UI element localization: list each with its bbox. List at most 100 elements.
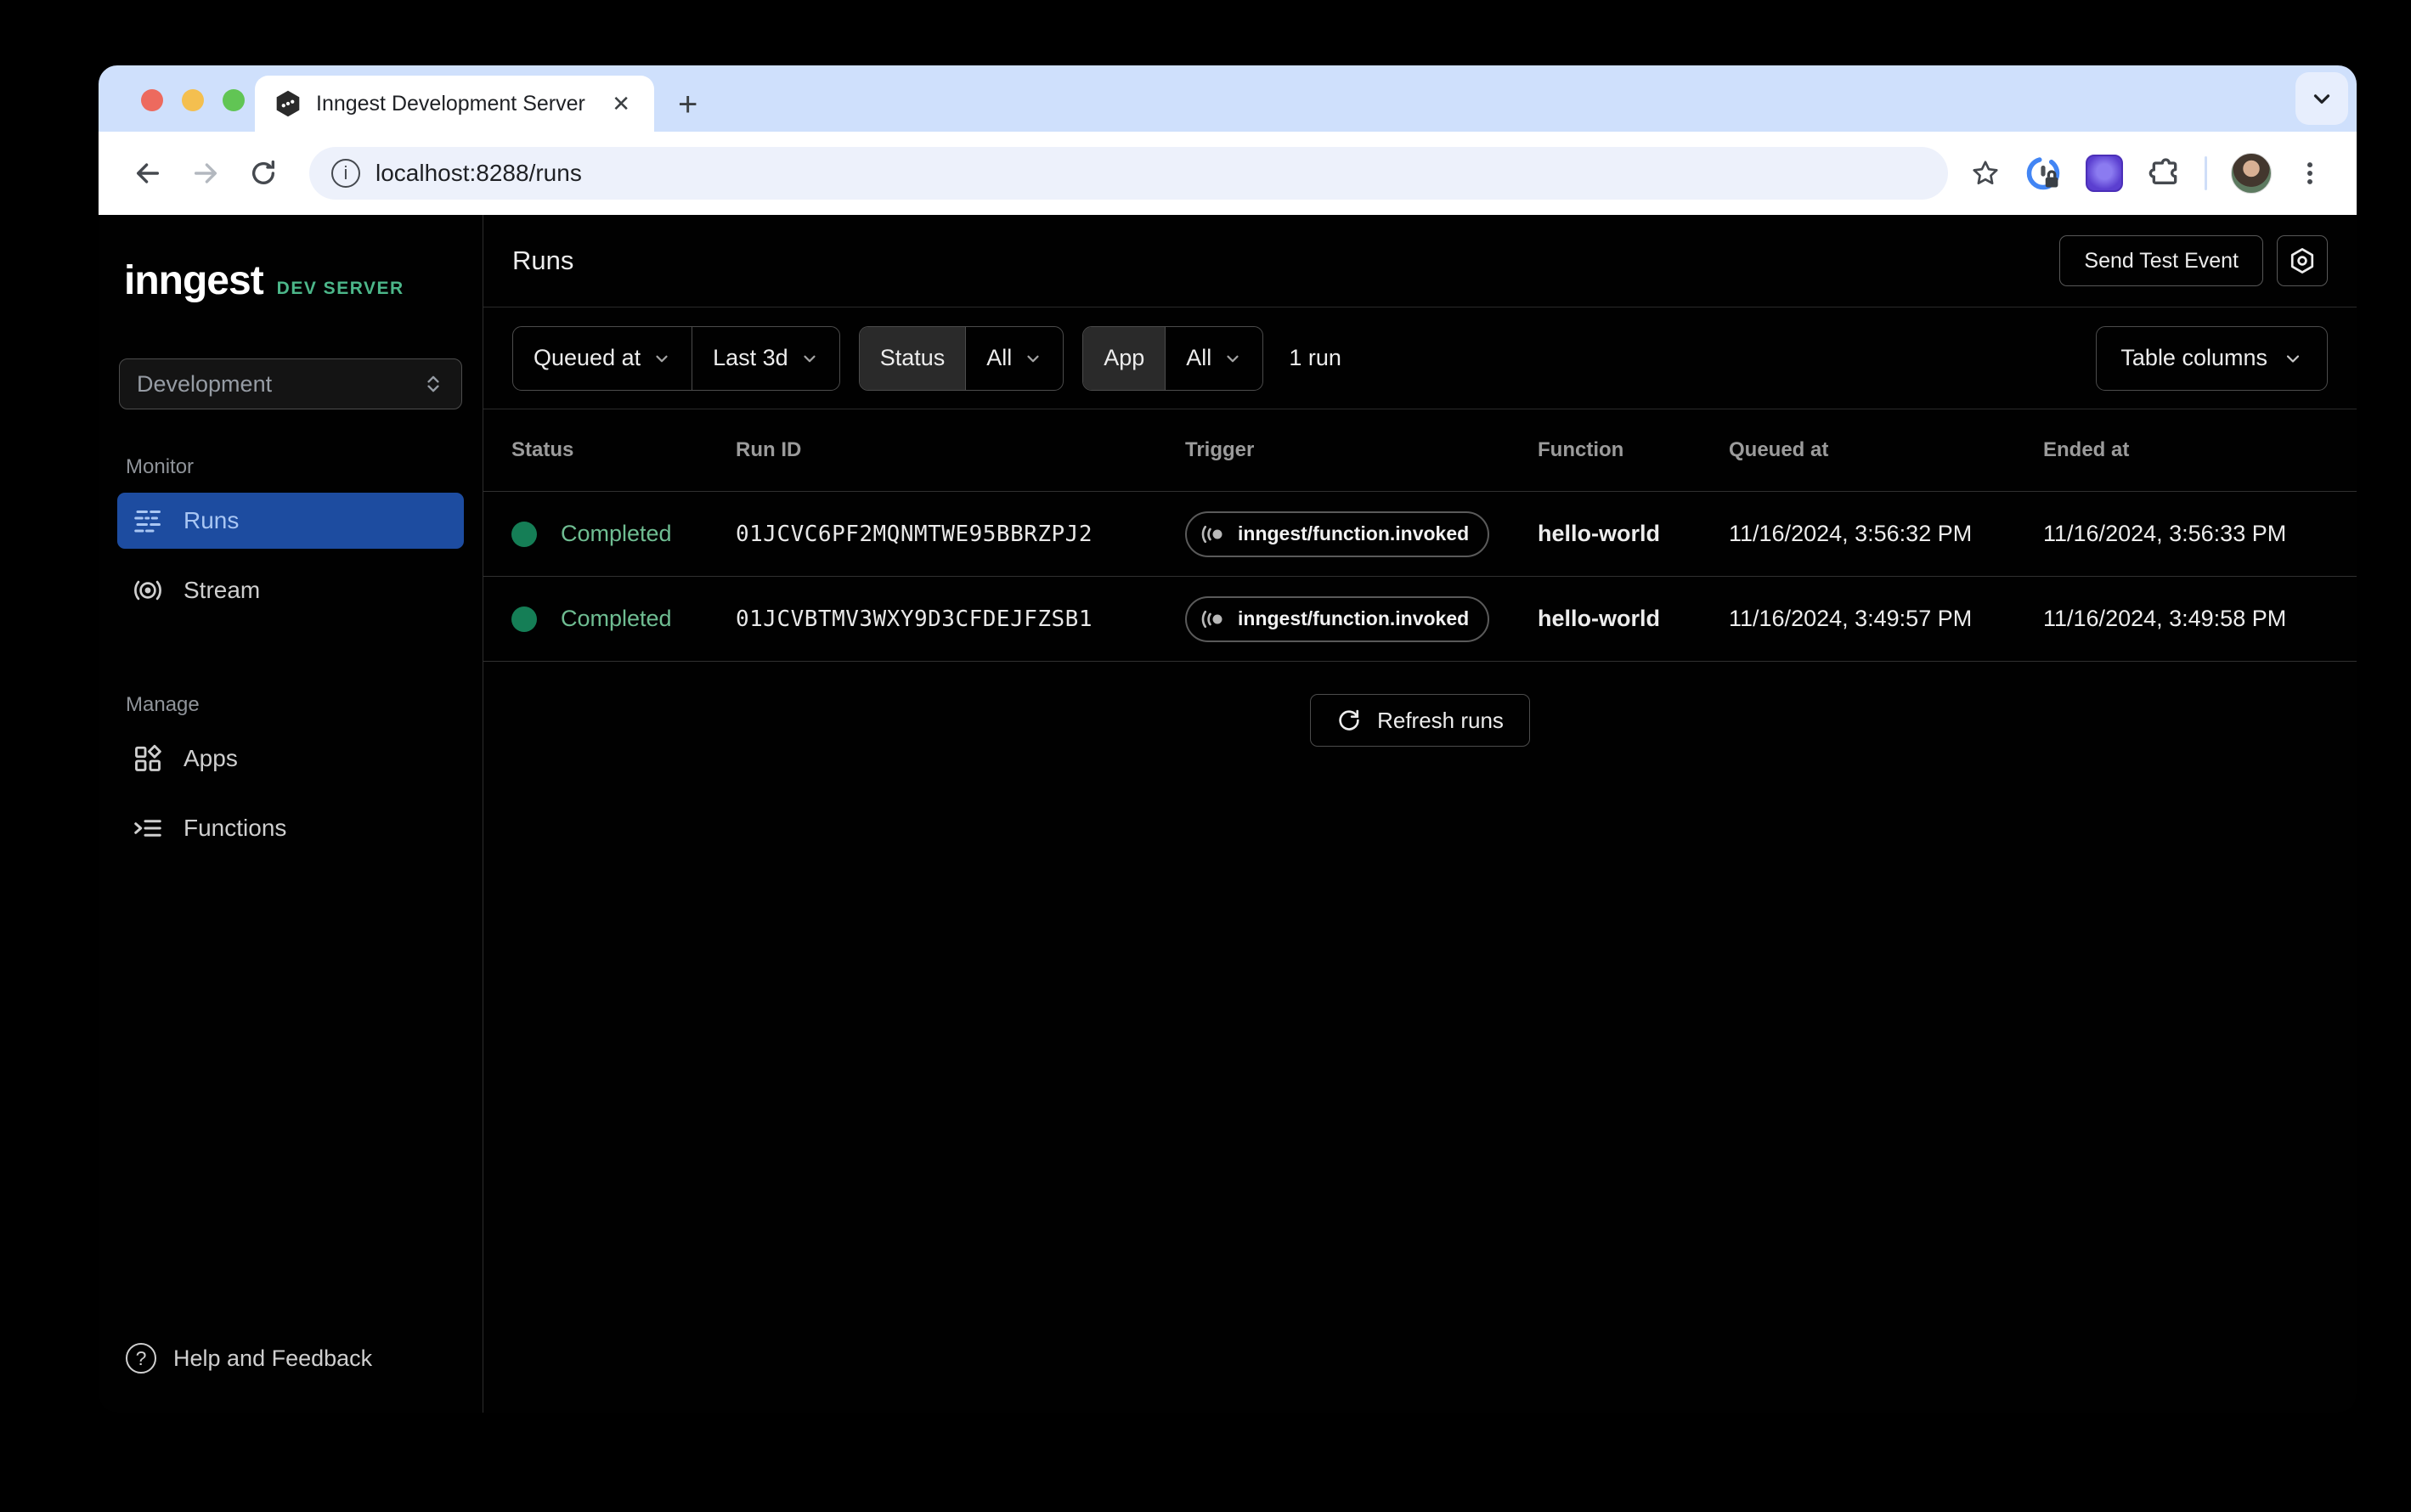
status-filter-value: All <box>986 345 1012 371</box>
sidebar-item-label: Apps <box>184 745 238 772</box>
browser-menu-icon[interactable] <box>2295 159 2324 188</box>
tab-title: Inngest Development Server <box>316 92 593 116</box>
time-field-dropdown[interactable]: Queued at <box>513 327 692 390</box>
page-title: Runs <box>512 245 573 276</box>
apps-grid-icon <box>133 743 163 774</box>
forward-icon <box>182 150 229 197</box>
help-icon: ? <box>126 1343 156 1374</box>
table-columns-button[interactable]: Table columns <box>2096 326 2328 391</box>
close-window-button[interactable] <box>141 89 163 111</box>
status-completed-dot-icon <box>511 606 537 632</box>
sidebar-item-label: Functions <box>184 815 286 842</box>
extensions-puzzle-icon[interactable] <box>2147 156 2181 190</box>
status-cell: Completed <box>511 521 736 547</box>
status-filter-group: Status All <box>859 326 1064 391</box>
status-completed-dot-icon <box>511 522 537 547</box>
status-text: Completed <box>561 606 672 632</box>
column-header-queued-at: Queued at <box>1729 438 2043 462</box>
time-range-label: Last 3d <box>713 345 788 371</box>
trigger-name: inngest/function.invoked <box>1238 607 1469 630</box>
send-test-event-button[interactable]: Send Test Event <box>2059 235 2263 286</box>
table-header-row: Status Run ID Trigger Function Queued at… <box>483 409 2357 492</box>
password-extension-icon[interactable] <box>2024 155 2062 192</box>
table-row[interactable]: Completed 01JCVC6PF2MQNMTWE95BBRZPJ2 inn… <box>483 492 2357 577</box>
run-id: 01JCVC6PF2MQNMTWE95BBRZPJ2 <box>736 522 1185 547</box>
app-filter-group: App All <box>1082 326 1263 391</box>
column-header-status: Status <box>511 438 736 462</box>
reload-icon[interactable] <box>240 150 287 197</box>
sidebar-item-label: Runs <box>184 507 239 534</box>
purple-extension-icon[interactable] <box>2086 155 2123 192</box>
minimize-window-button[interactable] <box>182 89 204 111</box>
queued-at: 11/16/2024, 3:49:57 PM <box>1729 606 2043 632</box>
sidebar-item-functions[interactable]: Functions <box>117 800 464 856</box>
section-label-manage: Manage <box>99 693 483 717</box>
header-actions: Send Test Event <box>2059 235 2328 286</box>
queued-at: 11/16/2024, 3:56:32 PM <box>1729 521 2043 547</box>
environment-select-value: Development <box>137 371 422 398</box>
environment-select[interactable]: Development <box>119 358 462 409</box>
site-info-icon[interactable]: i <box>331 159 360 188</box>
app-filter-key: App <box>1083 327 1165 390</box>
help-label: Help and Feedback <box>173 1346 372 1372</box>
inngest-logo: inngest <box>124 257 263 304</box>
function-name: hello-world <box>1538 606 1729 632</box>
refresh-runs-button[interactable]: Refresh runs <box>1310 694 1530 747</box>
help-and-feedback[interactable]: ? Help and Feedback <box>99 1343 483 1413</box>
main-header: Runs Send Test Event <box>483 215 2357 307</box>
nav-list-manage: Apps Functions <box>99 731 483 870</box>
status-text: Completed <box>561 521 672 547</box>
event-trigger-icon <box>1200 606 1226 632</box>
column-header-trigger: Trigger <box>1185 438 1538 462</box>
section-label-monitor: Monitor <box>99 455 483 479</box>
browser-toolbar: i localhost:8288/runs <box>99 132 2357 215</box>
chevron-down-icon <box>1024 349 1042 368</box>
app-filter-label: App <box>1104 345 1144 371</box>
app-filter-dropdown[interactable]: All <box>1165 327 1262 390</box>
app-content: inngest DEV SERVER Development Monitor R… <box>99 215 2357 1413</box>
sidebar-item-runs[interactable]: Runs <box>117 493 464 549</box>
time-range-dropdown[interactable]: Last 3d <box>692 327 839 390</box>
ended-at: 11/16/2024, 3:56:33 PM <box>2043 521 2357 547</box>
column-header-function: Function <box>1538 438 1729 462</box>
browser-tab[interactable]: Inngest Development Server ✕ <box>255 76 654 132</box>
bookmark-star-icon[interactable] <box>1970 158 2001 189</box>
run-count: 1 run <box>1289 345 1341 371</box>
toolbar-right <box>1970 153 2331 194</box>
zoom-window-button[interactable] <box>223 89 245 111</box>
chevron-down-icon <box>800 349 819 368</box>
avatar[interactable] <box>2231 153 2272 194</box>
runs-table: Status Run ID Trigger Function Queued at… <box>483 409 2357 662</box>
chevron-down-icon <box>1223 349 1242 368</box>
status-filter-dropdown[interactable]: All <box>965 327 1063 390</box>
tab-strip: Inngest Development Server ✕ + <box>99 65 2357 132</box>
refresh-icon <box>1336 708 1362 733</box>
sidebar-item-apps[interactable]: Apps <box>117 731 464 787</box>
status-filter-label: Status <box>880 345 946 371</box>
ended-at: 11/16/2024, 3:49:58 PM <box>2043 606 2357 632</box>
url-text: localhost:8288/runs <box>375 160 582 187</box>
traffic-lights <box>141 89 245 111</box>
tab-search-chevron-icon[interactable] <box>2295 72 2348 125</box>
table-row[interactable]: Completed 01JCVBTMV3WXY9D3CFDEJFZSB1 inn… <box>483 577 2357 662</box>
stream-icon <box>133 575 163 606</box>
chevron-down-icon <box>652 349 671 368</box>
tab-close-icon[interactable]: ✕ <box>607 91 635 117</box>
sidebar-item-label: Stream <box>184 577 260 604</box>
url-bar[interactable]: i localhost:8288/runs <box>309 147 1948 200</box>
new-tab-icon[interactable]: + <box>678 87 697 121</box>
inngest-favicon-icon <box>274 88 302 119</box>
browser-window: Inngest Development Server ✕ + i localho… <box>99 65 2357 1413</box>
sidebar: inngest DEV SERVER Development Monitor R… <box>99 215 483 1413</box>
sidebar-item-stream[interactable]: Stream <box>117 562 464 618</box>
function-name: hello-world <box>1538 521 1729 547</box>
main-panel: Runs Send Test Event Queued at Last 3d <box>483 215 2357 1413</box>
time-field-label: Queued at <box>534 345 641 371</box>
back-icon[interactable] <box>124 150 172 197</box>
toolbar-divider <box>2205 156 2207 190</box>
status-filter-key: Status <box>860 327 966 390</box>
select-updown-icon <box>422 373 444 395</box>
trigger-cell: inngest/function.invoked <box>1185 511 1538 557</box>
status-cell: Completed <box>511 606 736 632</box>
settings-gear-icon[interactable] <box>2277 235 2328 286</box>
